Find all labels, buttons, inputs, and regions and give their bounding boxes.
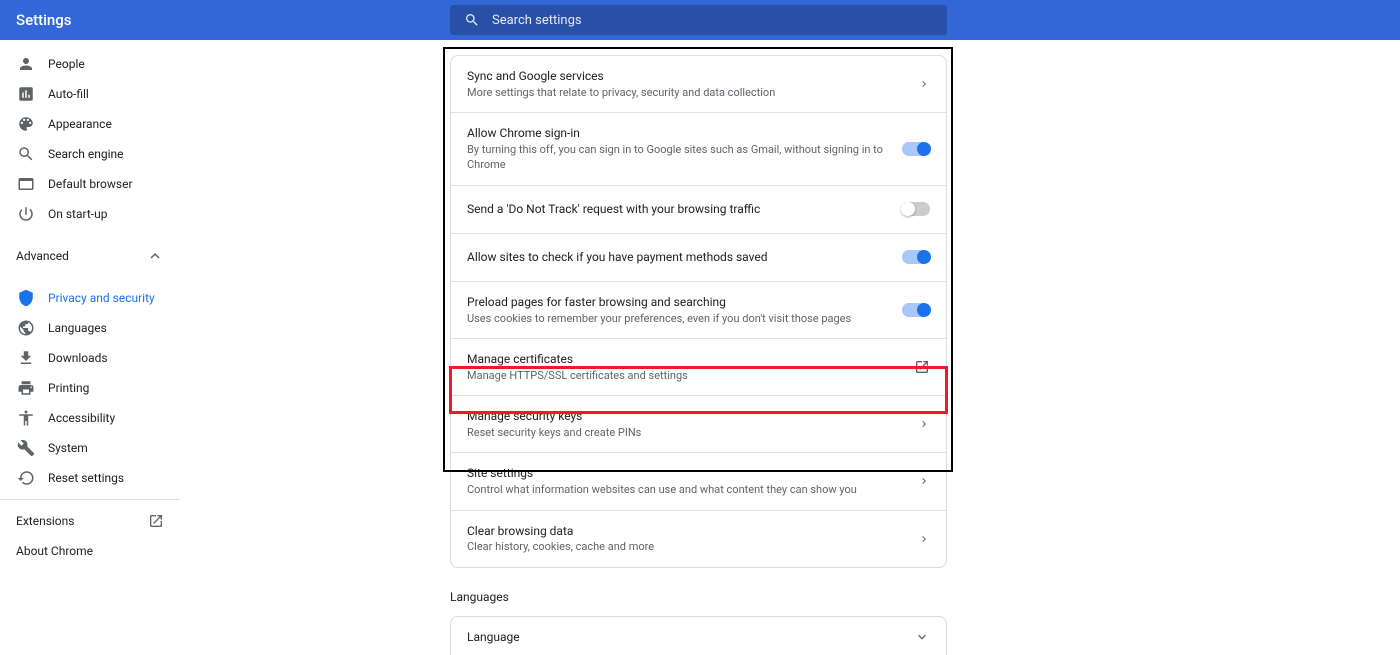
sidebar-item-label: Printing (48, 381, 89, 395)
search-icon (16, 144, 36, 164)
sidebar: People Auto-fill Appearance Search engin… (0, 40, 180, 655)
sidebar-item-appearance[interactable]: Appearance (0, 109, 180, 139)
sidebar-item-label: Extensions (16, 514, 74, 528)
globe-icon (16, 318, 36, 338)
sidebar-item-label: Downloads (48, 351, 108, 365)
sidebar-item-default-browser[interactable]: Default browser (0, 169, 180, 199)
chevron-right-icon (918, 475, 930, 487)
sidebar-item-system[interactable]: System (0, 433, 180, 463)
row-title: Send a 'Do Not Track' request with your … (467, 201, 760, 218)
download-icon (16, 348, 36, 368)
restore-icon (16, 468, 36, 488)
row-subtitle: Control what information websites can us… (467, 482, 857, 497)
row-title: Clear browsing data (467, 523, 654, 540)
row-subtitle: Manage HTTPS/SSL certificates and settin… (467, 368, 688, 383)
print-icon (16, 378, 36, 398)
row-subtitle: Clear history, cookies, cache and more (467, 539, 654, 554)
sidebar-item-label: Languages (48, 321, 107, 335)
accessibility-icon (16, 408, 36, 428)
search-icon (464, 12, 480, 28)
row-language[interactable]: Language (451, 617, 946, 655)
power-icon (16, 204, 36, 224)
sidebar-item-printing[interactable]: Printing (0, 373, 180, 403)
sidebar-item-label: People (48, 57, 85, 71)
sidebar-item-label: Appearance (48, 117, 112, 131)
autofill-icon (16, 84, 36, 104)
languages-section-title: Languages (450, 590, 1400, 604)
chevron-down-icon (914, 629, 930, 645)
toggle-chrome-signin[interactable] (902, 142, 930, 156)
row-subtitle: More settings that relate to privacy, se… (467, 85, 775, 100)
row-subtitle: By turning this off, you can sign in to … (467, 142, 894, 173)
sidebar-item-label: About Chrome (16, 544, 93, 558)
sidebar-item-privacy[interactable]: Privacy and security (0, 283, 180, 313)
person-icon (16, 54, 36, 74)
sidebar-item-label: Reset settings (48, 471, 124, 485)
sidebar-item-on-startup[interactable]: On start-up (0, 199, 180, 229)
chevron-right-icon (918, 533, 930, 545)
row-preload-pages[interactable]: Preload pages for faster browsing and se… (451, 282, 946, 339)
chevron-up-icon (146, 247, 164, 265)
wrench-icon (16, 438, 36, 458)
row-chrome-signin[interactable]: Allow Chrome sign-in By turning this off… (451, 113, 946, 186)
sidebar-item-reset[interactable]: Reset settings (0, 463, 180, 493)
row-title: Sync and Google services (467, 68, 775, 85)
row-title: Manage certificates (467, 351, 688, 368)
row-title: Allow Chrome sign-in (467, 125, 894, 142)
row-title: Manage security keys (467, 408, 641, 425)
row-title: Preload pages for faster browsing and se… (467, 294, 851, 311)
sidebar-item-advanced[interactable]: Advanced (0, 241, 180, 271)
privacy-card: Sync and Google services More settings t… (450, 55, 947, 568)
sidebar-item-label: Advanced (16, 249, 69, 263)
page-title: Settings (16, 11, 72, 29)
toggle-preload[interactable] (902, 303, 930, 317)
row-title: Site settings (467, 465, 857, 482)
sidebar-item-label: Default browser (48, 177, 133, 191)
sidebar-item-languages[interactable]: Languages (0, 313, 180, 343)
sidebar-item-label: Search engine (48, 147, 123, 161)
launch-icon (148, 513, 164, 529)
sidebar-item-label: Privacy and security (48, 291, 155, 305)
sidebar-item-label: Auto-fill (48, 87, 89, 101)
row-do-not-track[interactable]: Send a 'Do Not Track' request with your … (451, 186, 946, 234)
sidebar-item-label: System (48, 441, 88, 455)
sidebar-item-autofill[interactable]: Auto-fill (0, 79, 180, 109)
search-container[interactable] (450, 5, 947, 35)
search-input[interactable] (492, 13, 933, 28)
row-sync[interactable]: Sync and Google services More settings t… (451, 56, 946, 113)
languages-card: Language Spell check Basic spell check E… (450, 616, 947, 655)
row-title: Language (467, 629, 520, 646)
launch-icon (914, 359, 930, 375)
divider (0, 499, 180, 500)
sidebar-item-downloads[interactable]: Downloads (0, 343, 180, 373)
row-clear-browsing-data[interactable]: Clear browsing data Clear history, cooki… (451, 511, 946, 567)
row-title: Allow sites to check if you have payment… (467, 249, 768, 266)
shield-icon (16, 288, 36, 308)
sidebar-item-label: On start-up (48, 207, 107, 221)
row-subtitle: Reset security keys and create PINs (467, 425, 641, 440)
chevron-right-icon (918, 418, 930, 430)
row-security-keys[interactable]: Manage security keys Reset security keys… (451, 396, 946, 453)
palette-icon (16, 114, 36, 134)
sidebar-item-extensions[interactable]: Extensions (0, 506, 180, 536)
row-site-settings[interactable]: Site settings Control what information w… (451, 453, 946, 510)
sidebar-item-accessibility[interactable]: Accessibility (0, 403, 180, 433)
content-area: Sync and Google services More settings t… (180, 40, 1400, 655)
row-payment-methods[interactable]: Allow sites to check if you have payment… (451, 234, 946, 282)
sidebar-item-search-engine[interactable]: Search engine (0, 139, 180, 169)
chevron-right-icon (918, 78, 930, 90)
sidebar-item-people[interactable]: People (0, 49, 180, 79)
toggle-payment-methods[interactable] (902, 250, 930, 264)
sidebar-item-about[interactable]: About Chrome (0, 536, 180, 566)
browser-icon (16, 174, 36, 194)
row-manage-certificates[interactable]: Manage certificates Manage HTTPS/SSL cer… (451, 339, 946, 396)
toggle-do-not-track[interactable] (902, 202, 930, 216)
row-subtitle: Uses cookies to remember your preference… (467, 311, 851, 326)
sidebar-item-label: Accessibility (48, 411, 115, 425)
